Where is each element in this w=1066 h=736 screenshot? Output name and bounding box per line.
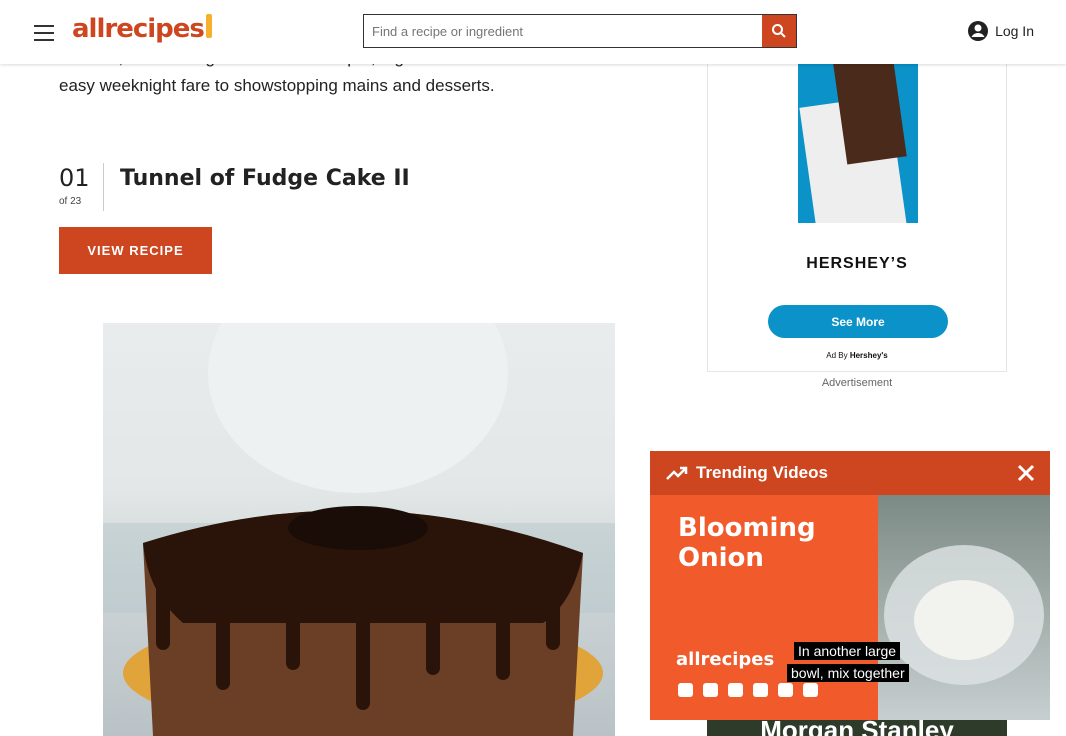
login-button[interactable]: Log In — [967, 20, 1034, 42]
search-button[interactable] — [762, 15, 796, 47]
video-footage — [878, 495, 1050, 720]
ad-by-brand: Hershey's — [849, 351, 888, 360]
caption-line-1: In another large — [794, 642, 901, 660]
video-logo: allrecipes — [676, 649, 775, 670]
trending-videos-player: Trending Videos Blooming Onion allrecipe… — [650, 451, 1050, 720]
search-box — [363, 14, 797, 48]
video-title: Blooming Onion — [678, 513, 816, 573]
recipe-photo[interactable] — [103, 323, 615, 736]
tiktok-icon — [703, 683, 718, 697]
close-icon[interactable] — [1016, 463, 1036, 483]
trending-title: Trending Videos — [696, 463, 828, 482]
site-header: allrecipes Log In — [0, 0, 1066, 64]
item-number: 01 — [59, 164, 90, 192]
view-recipe-button[interactable]: VIEW RECIPE — [59, 227, 212, 274]
ad-by-prefix: Ad By — [826, 351, 848, 360]
x-icon — [778, 683, 793, 697]
video-frame[interactable]: Blooming Onion allrecipes In another lar… — [650, 495, 1050, 720]
caption-line-2: bowl, mix together — [787, 664, 909, 682]
bundt-cake-image — [103, 323, 615, 736]
facebook-icon — [753, 683, 768, 697]
search-input[interactable] — [364, 15, 762, 47]
trending-header: Trending Videos — [650, 451, 1050, 495]
trending-icon — [666, 466, 688, 480]
video-title-line-1: Blooming — [678, 513, 816, 543]
search-icon — [772, 24, 786, 38]
account-icon — [968, 21, 989, 41]
divider — [103, 163, 104, 211]
video-left-panel: Blooming Onion allrecipes — [650, 495, 878, 720]
youtube-icon — [678, 683, 693, 697]
site-logo[interactable]: allrecipes — [72, 14, 212, 44]
social-icons — [678, 683, 818, 697]
item-count: of 23 — [59, 196, 82, 207]
ad-label: Advertisement — [821, 377, 893, 389]
login-label: Log In — [995, 23, 1034, 39]
ad-brand: HERSHEY’S — [806, 255, 908, 272]
ad-attribution: Ad By Hershey's — [708, 351, 1006, 360]
menu-icon[interactable] — [32, 22, 56, 42]
pinterest-icon — [803, 683, 818, 697]
video-title-line-2: Onion — [678, 543, 764, 573]
mixing-bowl-image — [884, 545, 1044, 685]
ad-see-more-button[interactable]: See More — [768, 305, 948, 338]
instagram-icon — [728, 683, 743, 697]
intro-line-2: easy weeknight fare to showstopping main… — [59, 76, 495, 95]
recipe-title[interactable]: Tunnel of Fudge Cake II — [120, 166, 410, 191]
